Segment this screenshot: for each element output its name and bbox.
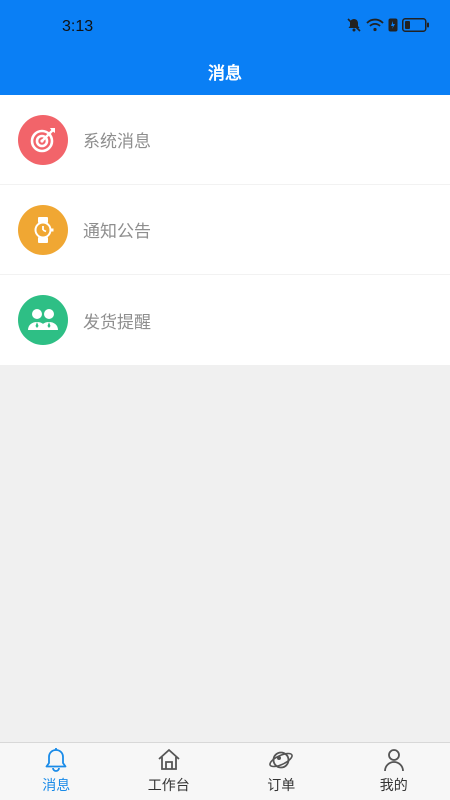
message-list: 系统消息 通知公告 发货提醒 bbox=[0, 95, 450, 365]
tab-workbench[interactable]: 工作台 bbox=[113, 743, 226, 800]
watch-icon bbox=[34, 216, 54, 243]
bell-icon bbox=[45, 748, 67, 772]
page-title: 消息 bbox=[208, 64, 242, 84]
list-item-system-messages[interactable]: 系统消息 bbox=[0, 95, 450, 185]
list-item-icon-bg bbox=[18, 114, 68, 165]
target-icon bbox=[30, 127, 55, 152]
list-item-icon-bg bbox=[18, 204, 68, 255]
users-icon bbox=[28, 309, 58, 330]
battery-saver-icon bbox=[388, 18, 398, 32]
tab-messages[interactable]: 消息 bbox=[0, 743, 113, 800]
wifi-icon bbox=[366, 18, 384, 32]
list-item-label: 通知公告 bbox=[83, 222, 151, 242]
tab-label: 工作台 bbox=[147, 778, 190, 794]
status-icons bbox=[346, 17, 430, 33]
list-item-label: 系统消息 bbox=[83, 132, 151, 152]
list-item-label: 发货提醒 bbox=[83, 312, 151, 333]
app-header: 3:13 消息 bbox=[0, 0, 450, 95]
battery-icon bbox=[402, 18, 429, 32]
bell-muted-icon bbox=[347, 18, 361, 32]
home-icon bbox=[158, 749, 180, 770]
list-item-announcements[interactable]: 通知公告 bbox=[0, 185, 450, 275]
tab-label: 订单 bbox=[267, 778, 296, 794]
person-icon bbox=[383, 749, 404, 772]
bottom-tab-bar: 消息 工作台 订单 我的 bbox=[0, 742, 450, 800]
tab-label: 我的 bbox=[379, 778, 408, 794]
list-item-icon-bg bbox=[18, 295, 68, 345]
status-time: 3:13 bbox=[62, 18, 94, 35]
tab-profile[interactable]: 我的 bbox=[338, 743, 450, 800]
tab-label: 消息 bbox=[42, 778, 71, 794]
list-item-shipping-reminders[interactable]: 发货提醒 bbox=[0, 275, 450, 365]
planet-icon bbox=[269, 751, 294, 769]
tab-orders[interactable]: 订单 bbox=[225, 743, 338, 800]
